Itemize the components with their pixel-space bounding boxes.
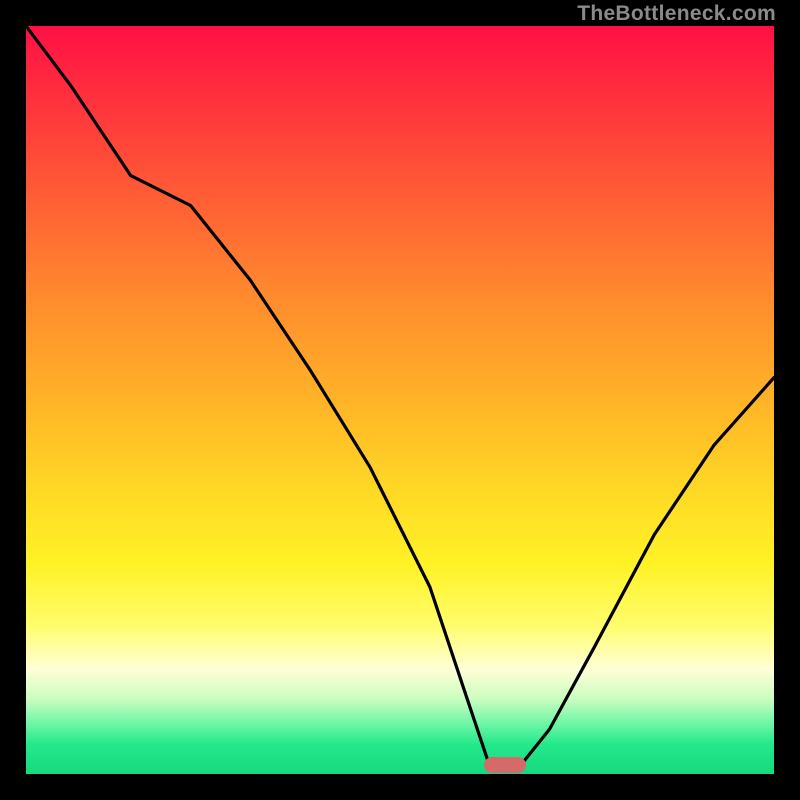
plot-area bbox=[26, 26, 774, 774]
bottleneck-curve bbox=[26, 26, 774, 774]
chart-frame: TheBottleneck.com bbox=[0, 0, 800, 800]
watermark-text: TheBottleneck.com bbox=[577, 2, 776, 26]
optimal-point-marker bbox=[484, 757, 526, 773]
